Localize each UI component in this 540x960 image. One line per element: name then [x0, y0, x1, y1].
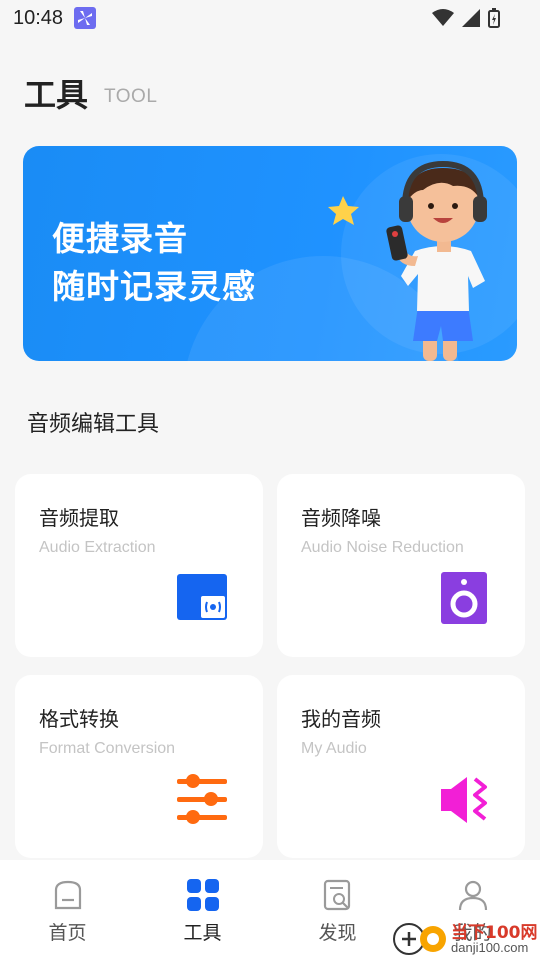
section-title: 音频编辑工具 — [27, 412, 160, 437]
discover-icon — [323, 879, 350, 911]
user-icon — [458, 880, 487, 911]
tab-label: 首页 — [48, 922, 87, 944]
watermark-url: danji100.com — [451, 940, 529, 955]
boy-with-headphones-illustration — [328, 160, 487, 361]
audio-extraction-card[interactable]: 音频提取 Audio Extraction — [15, 474, 263, 657]
volume-icon — [441, 777, 487, 823]
speaker-icon — [441, 572, 487, 624]
watermark-logo-icon — [393, 923, 446, 955]
card-subtitle: Format Conversion — [39, 740, 176, 757]
signal-icon — [462, 9, 480, 27]
page-title: 工具 — [24, 76, 89, 114]
card-title: 格式转换 — [39, 707, 119, 731]
status-indicators — [432, 8, 500, 28]
card-subtitle: Audio Noise Reduction — [301, 539, 464, 556]
card-title: 音频提取 — [39, 506, 119, 530]
grid-icon — [186, 879, 219, 911]
card-subtitle: Audio Extraction — [39, 539, 156, 556]
sliders-icon — [177, 774, 227, 824]
noise-reduction-card[interactable]: 音频降噪 Audio Noise Reduction — [277, 474, 525, 657]
banner-headline: 便捷录音 — [52, 219, 188, 258]
promo-banner[interactable]: 便捷录音 随时记录灵感 — [23, 146, 517, 361]
wifi-icon — [432, 9, 454, 26]
card-title: 音频降噪 — [301, 506, 381, 530]
home-icon — [54, 880, 81, 910]
card-title: 我的音频 — [301, 707, 381, 731]
tab-discover[interactable]: 发现 — [270, 860, 405, 960]
tab-home[interactable]: 首页 — [0, 860, 135, 960]
tab-label: 发现 — [318, 922, 357, 944]
tab-label: 工具 — [183, 922, 222, 944]
audio-extraction-icon — [177, 574, 227, 620]
status-time: 10:48 — [13, 7, 64, 29]
my-audio-card[interactable]: 我的音频 My Audio — [277, 675, 525, 858]
battery-icon — [488, 8, 500, 28]
app-notification-icon — [74, 7, 96, 29]
banner-tagline: 随时记录灵感 — [52, 267, 256, 306]
site-watermark: 当下100网 danji100.com — [391, 915, 540, 960]
format-conversion-card[interactable]: 格式转换 Format Conversion — [15, 675, 263, 858]
status-bar: 10:48 — [0, 0, 540, 36]
card-subtitle: My Audio — [301, 740, 367, 757]
page-subtitle: TOOL — [104, 86, 158, 107]
tab-tools[interactable]: 工具 — [135, 860, 270, 960]
